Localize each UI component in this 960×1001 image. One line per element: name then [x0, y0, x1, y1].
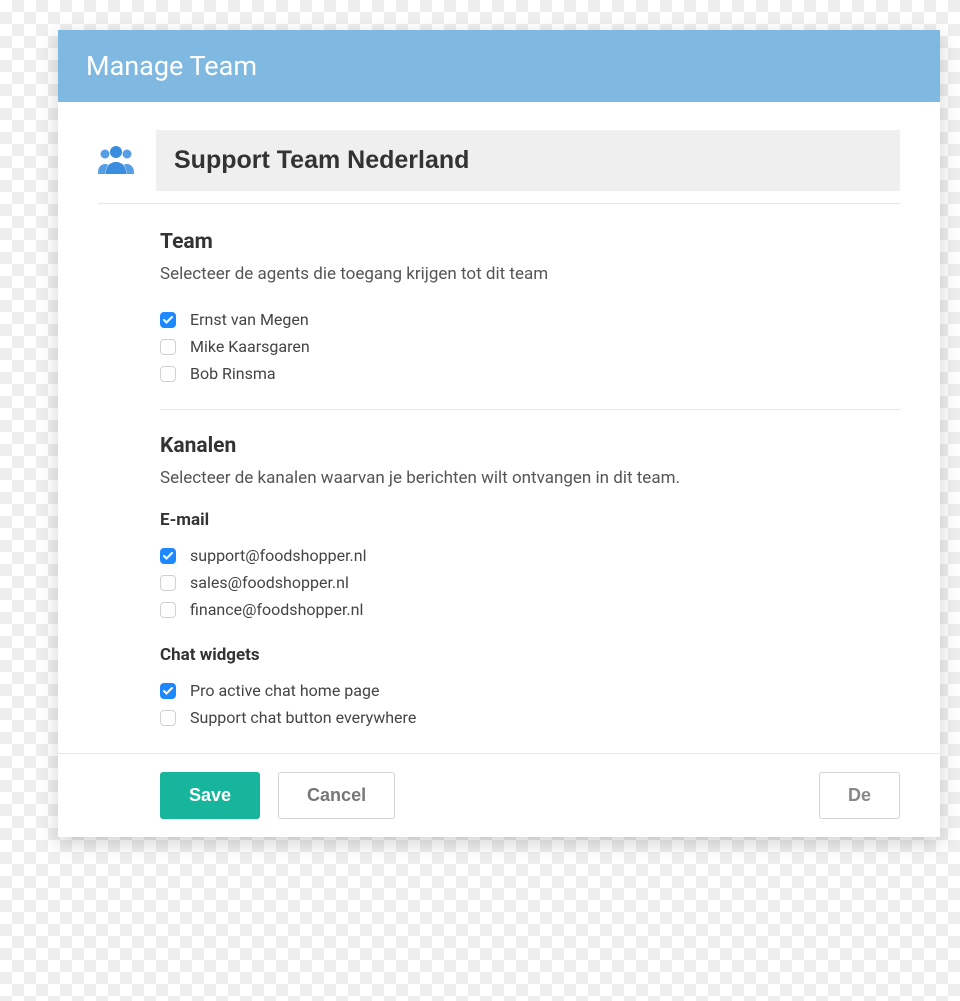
- agent-row[interactable]: Bob Rinsma: [160, 360, 900, 387]
- agent-label: Mike Kaarsgaren: [190, 337, 310, 356]
- content-column: Team Selecteer de agents die toegang kri…: [98, 230, 900, 731]
- email-row[interactable]: sales@foodshopper.nl: [160, 569, 900, 596]
- section-desc-team: Selecteer de agents die toegang krijgen …: [160, 264, 900, 284]
- delete-button[interactable]: De: [819, 772, 900, 819]
- email-label: support@foodshopper.nl: [190, 546, 366, 565]
- agent-label: Ernst van Megen: [190, 310, 309, 329]
- save-button[interactable]: Save: [160, 772, 260, 819]
- email-row[interactable]: finance@foodshopper.nl: [160, 596, 900, 623]
- modal-footer: Save Cancel De: [58, 753, 940, 837]
- divider: [98, 203, 900, 204]
- subhead-chat: Chat widgets: [160, 645, 900, 665]
- checkbox-icon[interactable]: [160, 366, 176, 382]
- section-desc-channels: Selecteer de kanalen waarvan je berichte…: [160, 468, 900, 488]
- subhead-email: E-mail: [160, 510, 900, 530]
- chat-row[interactable]: Pro active chat home page: [160, 677, 900, 704]
- checkbox-icon[interactable]: [160, 312, 176, 328]
- chat-label: Support chat button everywhere: [190, 708, 416, 727]
- checkbox-icon[interactable]: [160, 575, 176, 591]
- team-name-row: [98, 130, 900, 191]
- manage-team-modal: Manage Team Team Selecteer de agents die…: [58, 30, 940, 837]
- team-name-input[interactable]: [156, 130, 900, 191]
- section-title-team: Team: [160, 230, 900, 254]
- email-label: sales@foodshopper.nl: [190, 573, 349, 592]
- email-row[interactable]: support@foodshopper.nl: [160, 542, 900, 569]
- agent-row[interactable]: Mike Kaarsgaren: [160, 333, 900, 360]
- modal-header: Manage Team: [58, 30, 940, 102]
- chat-row[interactable]: Support chat button everywhere: [160, 704, 900, 731]
- modal-title: Manage Team: [86, 50, 257, 82]
- email-label: finance@foodshopper.nl: [190, 600, 363, 619]
- divider: [160, 409, 900, 410]
- agent-row[interactable]: Ernst van Megen: [160, 306, 900, 333]
- checkbox-icon[interactable]: [160, 548, 176, 564]
- section-title-channels: Kanalen: [160, 434, 900, 458]
- checkbox-icon[interactable]: [160, 710, 176, 726]
- chat-label: Pro active chat home page: [190, 681, 379, 700]
- modal-body: Team Selecteer de agents die toegang kri…: [58, 102, 940, 739]
- cancel-button[interactable]: Cancel: [278, 772, 395, 819]
- agent-label: Bob Rinsma: [190, 364, 276, 383]
- checkbox-icon[interactable]: [160, 683, 176, 699]
- checkbox-icon[interactable]: [160, 339, 176, 355]
- checkbox-icon[interactable]: [160, 602, 176, 618]
- team-icon: [98, 144, 134, 178]
